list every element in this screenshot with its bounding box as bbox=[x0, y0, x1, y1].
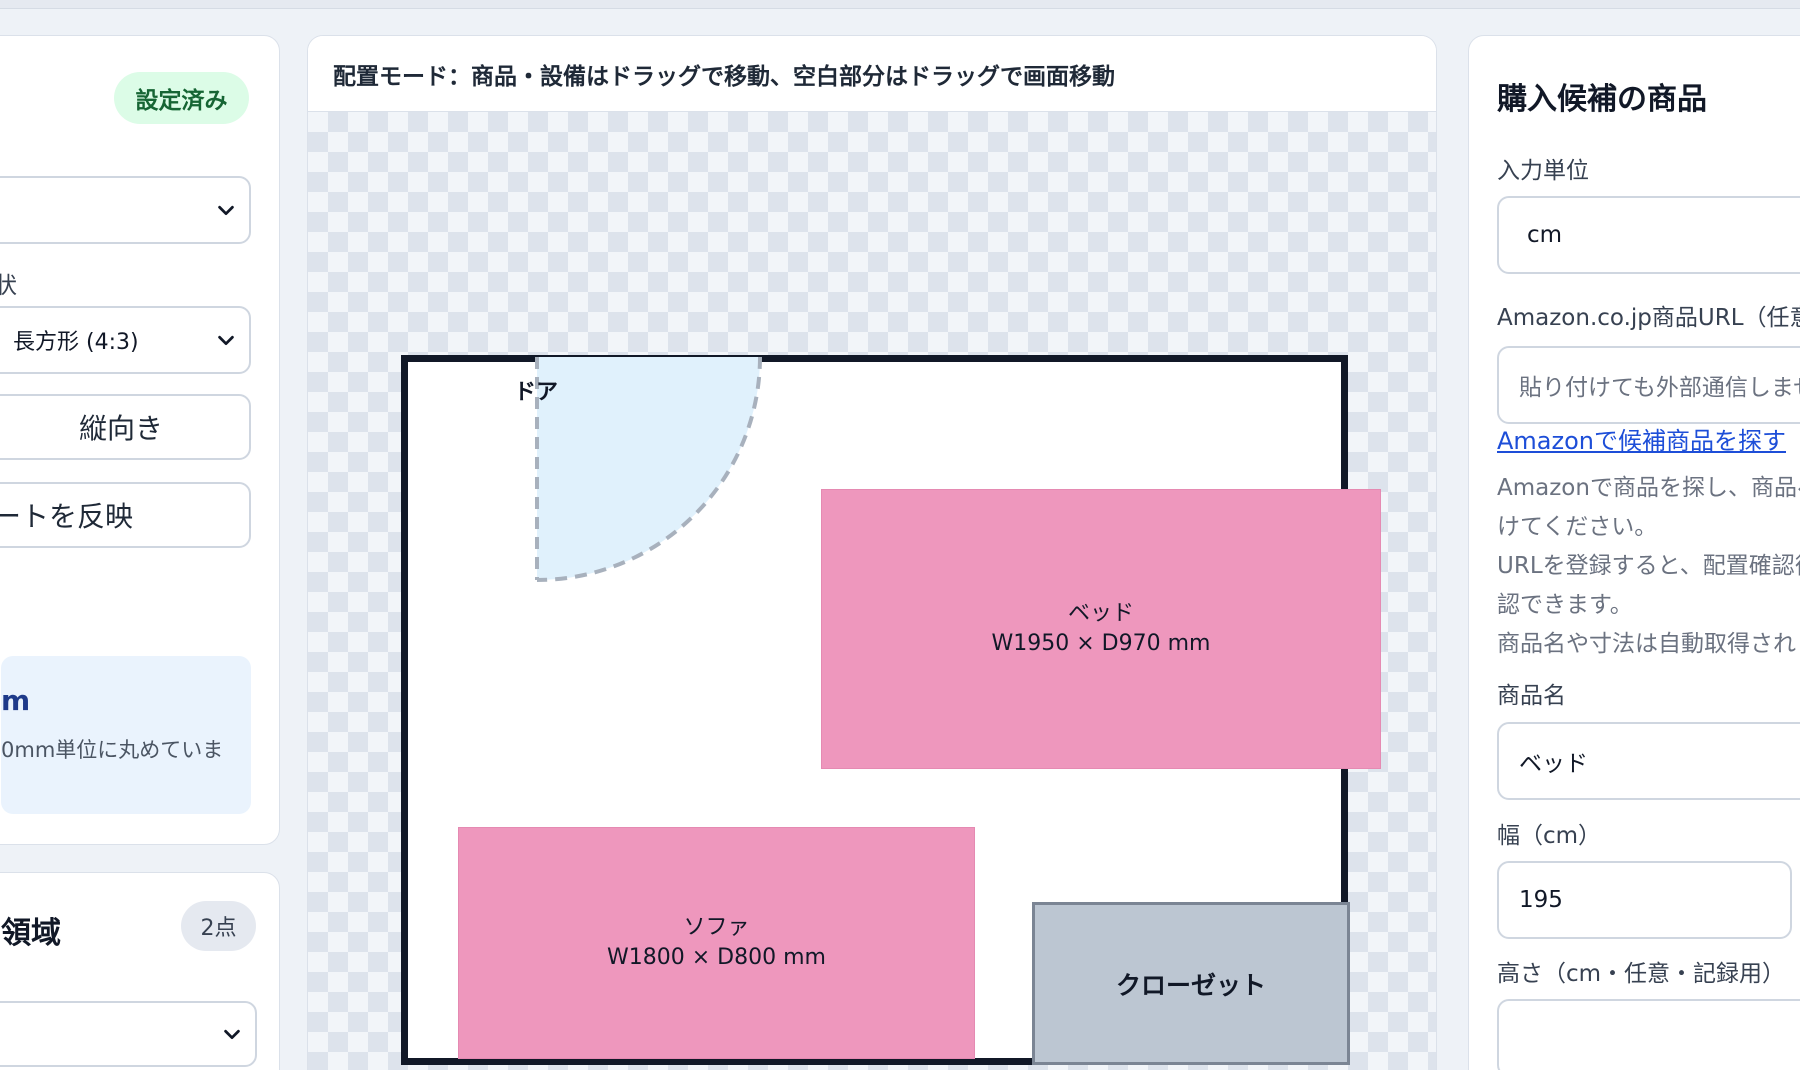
shape-select[interactable]: 長方形 (4:3) bbox=[0, 306, 251, 374]
mode-instructions: 配置モード：商品・設備はドラッグで移動、空白部分はドラッグで画面移動 bbox=[308, 36, 1436, 112]
point-count-badge: 2点 bbox=[181, 901, 256, 951]
unit-label: 入力単位 bbox=[1497, 158, 1589, 184]
width-label: 幅（cm） bbox=[1497, 823, 1602, 849]
height-input[interactable] bbox=[1497, 999, 1800, 1070]
unit-select[interactable]: cm bbox=[1497, 196, 1800, 274]
amazon-url-placeholder: 貼り付けても外部通信しませ bbox=[1519, 375, 1800, 401]
door-label: ドア bbox=[514, 380, 559, 405]
shape-select-value: 長方形 (4:3) bbox=[13, 330, 139, 355]
help-line: Amazonで商品を探し、商品ペ bbox=[1497, 475, 1800, 501]
panel-title: 購入候補の商品 bbox=[1497, 82, 1707, 117]
amazon-url-input[interactable]: 貼り付けても外部通信しませ bbox=[1497, 346, 1800, 424]
area-section-title: 領域 bbox=[1, 916, 61, 951]
room-size-info: m 0mm単位に丸めていま bbox=[1, 656, 251, 814]
room-settings-card: 設定済み 形状 長方形 (4:3) 縦向き ートを反映 m 0mm単位に丸めてい… bbox=[0, 35, 280, 845]
closet[interactable]: クローゼット bbox=[1032, 902, 1350, 1065]
width-value: 195 bbox=[1519, 887, 1563, 913]
furniture-name: ベッド bbox=[1067, 601, 1134, 627]
layout-canvas[interactable]: ドア ベッド W1950 × D970 mm ソファ W1800 × D800 … bbox=[308, 112, 1436, 1070]
chevron-down-icon bbox=[218, 335, 234, 346]
product-name-label: 商品名 bbox=[1497, 683, 1566, 709]
area-select[interactable] bbox=[0, 1001, 257, 1067]
product-name-value: ベッド bbox=[1519, 751, 1588, 777]
room-floor: ドア ベッド W1950 × D970 mm ソファ W1800 × D800 … bbox=[401, 355, 1381, 1065]
height-label: 高さ（cm・任意・記録用） bbox=[1497, 961, 1786, 987]
furniture-name: ソファ bbox=[683, 915, 750, 941]
room-size-value: m bbox=[1, 684, 31, 717]
apply-template-button[interactable]: ートを反映 bbox=[0, 482, 251, 548]
help-line: 商品名や寸法は自動取得され bbox=[1497, 631, 1796, 657]
amazon-search-link[interactable]: Amazonで候補商品を探す bbox=[1497, 421, 1786, 456]
area-card: 領域 2点 bbox=[0, 872, 280, 1070]
orientation-button-label: 縦向き bbox=[78, 412, 163, 445]
room-size-note: 0mm単位に丸めていま bbox=[1, 738, 224, 762]
help-line: URLを登録すると、配置確認後 bbox=[1497, 553, 1800, 579]
furniture-dims: W1800 × D800 mm bbox=[607, 945, 826, 970]
candidate-product-card: 購入候補の商品 入力単位 cm Amazon.co.jp商品URL（任意 貼り付… bbox=[1468, 35, 1800, 1070]
door-swing[interactable] bbox=[535, 355, 765, 585]
help-text: Amazonで商品を探し、商品ペ けてください。 URLを登録すると、配置確認後… bbox=[1497, 469, 1800, 664]
url-label: Amazon.co.jp商品URL（任意 bbox=[1497, 305, 1800, 331]
furniture-dims: W1950 × D970 mm bbox=[991, 631, 1211, 656]
width-input[interactable]: 195 bbox=[1497, 861, 1792, 939]
chevron-down-icon bbox=[224, 1029, 240, 1040]
apply-template-button-label: ートを反映 bbox=[0, 500, 134, 533]
orientation-button[interactable]: 縦向き bbox=[0, 394, 251, 460]
chevron-down-icon bbox=[218, 205, 234, 216]
product-name-input[interactable]: ベッド bbox=[1497, 722, 1800, 800]
shape-label: 形状 bbox=[0, 273, 17, 299]
layout-canvas-card: 配置モード：商品・設備はドラッグで移動、空白部分はドラッグで画面移動 ドア ベッ… bbox=[307, 35, 1437, 1070]
help-line: けてください。 bbox=[1497, 514, 1658, 540]
status-badge: 設定済み bbox=[114, 72, 249, 124]
room-type-select[interactable] bbox=[0, 176, 251, 244]
furniture-bed[interactable]: ベッド W1950 × D970 mm bbox=[821, 489, 1381, 769]
unit-select-value: cm bbox=[1527, 222, 1563, 248]
top-edge bbox=[0, 0, 1800, 9]
help-line: 認できます。 bbox=[1497, 592, 1633, 618]
furniture-sofa[interactable]: ソファ W1800 × D800 mm bbox=[458, 827, 975, 1059]
